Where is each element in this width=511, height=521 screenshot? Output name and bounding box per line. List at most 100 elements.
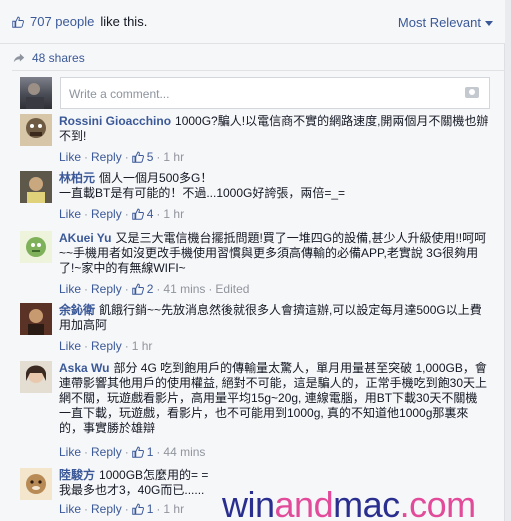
avatar xyxy=(20,114,52,146)
reply-link[interactable]: Reply xyxy=(91,150,122,164)
comment-time[interactable]: 41 mins xyxy=(163,282,205,296)
comment-actions: Like · Reply · 1 · 1 hr xyxy=(59,502,184,516)
reply-link[interactable]: Reply xyxy=(91,502,122,516)
thumbs-up-icon xyxy=(131,283,144,295)
comment-actions: Like · Reply · 1 hr xyxy=(59,339,152,353)
comment-item: Aska Wu 部分 4G 吃到飽用戶的傳輸量太驚人，單月用量甚至突破 1,000… xyxy=(20,361,490,459)
like-link[interactable]: Like xyxy=(59,502,81,516)
reply-link[interactable]: Reply xyxy=(91,339,122,353)
thumbs-up-icon xyxy=(131,446,144,458)
comment-author[interactable]: Rossini Gioacchino xyxy=(59,114,171,128)
comment-time[interactable]: 44 mins xyxy=(163,445,205,459)
separator: · xyxy=(124,339,129,353)
shares-row[interactable]: 48 shares xyxy=(12,45,505,71)
reply-link[interactable]: Reply xyxy=(91,282,122,296)
separator: · xyxy=(84,445,89,459)
like-link[interactable]: Like xyxy=(59,445,81,459)
likes-suffix: like this. xyxy=(100,14,148,29)
comment-text-line2: 一直載BT是有可能的！不過...1000G好誇張，兩倍=_= xyxy=(59,186,346,200)
like-link[interactable]: Like xyxy=(59,339,81,353)
like-link[interactable]: Like xyxy=(59,207,81,221)
comment-body: 林柏元 個人一個月500多G！ 一直載BT是有可能的！不過...1000G好誇張，… xyxy=(59,171,489,201)
thumbs-up-icon xyxy=(131,151,144,163)
watermark-logo: winandmac.com xyxy=(222,484,476,521)
reply-link[interactable]: Reply xyxy=(91,207,122,221)
comment-text: 飢餓行銷~~先放消息然後就很多人會擠這辦,可以設定每月達500G以上費用加高阿 xyxy=(59,303,482,332)
comment-time[interactable]: 1 hr xyxy=(163,502,184,516)
avatar xyxy=(20,171,52,203)
separator: · xyxy=(84,150,89,164)
comment-item: 林柏元 個人一個月500多G！ 一直載BT是有可能的！不過...1000G好誇張，… xyxy=(20,171,490,221)
comment-time[interactable]: 1 hr xyxy=(132,339,153,353)
shares-count[interactable]: 48 shares xyxy=(32,51,85,65)
separator: · xyxy=(156,502,161,516)
comment-body: AKuei Yu 又是三大電信機台擺抵問題!買了一堆四G的設備,甚少人升級使用!!… xyxy=(59,231,489,276)
separator: · xyxy=(84,282,89,296)
comment-actions: Like · Reply · 4 · 1 hr xyxy=(59,207,184,221)
comment-text: 個人一個月500多G！ xyxy=(99,171,213,185)
like-count[interactable]: 4 xyxy=(147,207,154,221)
thumbs-up-icon xyxy=(12,16,24,28)
like-count[interactable]: 5 xyxy=(147,150,154,164)
share-icon xyxy=(13,53,25,62)
comment-item: 余鈊衛 飢餓行銷~~先放消息然後就很多人會擠這辦,可以設定每月達500G以上費用加… xyxy=(20,303,490,353)
comment-time[interactable]: 1 hr xyxy=(163,150,184,164)
like-count[interactable]: 2 xyxy=(147,282,154,296)
comment-body: Aska Wu 部分 4G 吃到飽用戶的傳輸量太驚人，單月用量甚至突破 1,000… xyxy=(59,361,489,436)
thumbs-up-icon xyxy=(131,503,144,515)
comment-time[interactable]: 1 hr xyxy=(163,207,184,221)
camera-icon[interactable] xyxy=(465,87,479,98)
separator: · xyxy=(124,150,129,164)
sort-dropdown[interactable]: Most Relevant xyxy=(398,15,493,30)
comment-item: Rossini Gioacchino 1000G?騙人!以電信商不實的網路速度,開… xyxy=(20,114,490,164)
avatar xyxy=(20,303,52,335)
comments-panel: 707 people like this. Most Relevant 48 s… xyxy=(0,0,505,521)
avatar xyxy=(20,361,52,393)
avatar xyxy=(20,77,52,109)
reactions-bar: 707 people like this. Most Relevant xyxy=(0,0,505,44)
separator: · xyxy=(84,502,89,516)
comment-text-line2: 我最多也才3，40G而已...... xyxy=(59,483,205,497)
comment-text: 1000GB怎麼用的= = xyxy=(99,468,209,482)
separator: · xyxy=(156,445,161,459)
like-count[interactable]: 1 xyxy=(147,502,154,516)
edited-label[interactable]: Edited xyxy=(215,282,249,296)
comment-actions: Like · Reply · 1 · 44 mins xyxy=(59,445,205,459)
comment-body: 余鈊衛 飢餓行銷~~先放消息然後就很多人會擠這辦,可以設定每月達500G以上費用加… xyxy=(59,303,489,333)
comment-author[interactable]: 陸駿方 xyxy=(59,468,95,482)
separator: · xyxy=(124,207,129,221)
like-link[interactable]: Like xyxy=(59,150,81,164)
separator: · xyxy=(84,207,89,221)
like-link[interactable]: Like xyxy=(59,282,81,296)
separator: · xyxy=(124,282,129,296)
separator: · xyxy=(156,282,161,296)
comment-actions: Like · Reply · 5 · 1 hr xyxy=(59,150,184,164)
avatar xyxy=(20,468,52,500)
thumbs-up-icon xyxy=(131,208,144,220)
comment-body: Rossini Gioacchino 1000G?騙人!以電信商不實的網路速度,開… xyxy=(59,114,489,144)
separator: · xyxy=(84,339,89,353)
comment-author[interactable]: 林柏元 xyxy=(59,171,95,185)
comment-author[interactable]: Aska Wu xyxy=(59,361,109,375)
likes-count[interactable]: 707 people xyxy=(30,14,94,29)
comment-input[interactable]: Write a comment... xyxy=(60,77,490,109)
reply-link[interactable]: Reply xyxy=(91,445,122,459)
avatar xyxy=(20,231,52,263)
comment-item: AKuei Yu 又是三大電信機台擺抵問題!買了一堆四G的設備,甚少人升級使用!!… xyxy=(20,231,490,296)
like-count[interactable]: 1 xyxy=(147,445,154,459)
separator: · xyxy=(156,207,161,221)
comment-author[interactable]: AKuei Yu xyxy=(59,231,111,245)
separator: · xyxy=(124,502,129,516)
comment-actions: Like · Reply · 2 · 41 mins · Edited xyxy=(59,282,249,296)
separator: · xyxy=(156,150,161,164)
caret-down-icon xyxy=(485,21,493,26)
comment-author[interactable]: 余鈊衛 xyxy=(59,303,95,317)
separator: · xyxy=(208,282,213,296)
comment-input-placeholder: Write a comment... xyxy=(69,87,170,101)
separator: · xyxy=(124,445,129,459)
likes-summary[interactable]: 707 people like this. xyxy=(12,14,147,29)
sort-label[interactable]: Most Relevant xyxy=(398,15,481,30)
comment-text: 部分 4G 吃到飽用戶的傳輸量太驚人，單月用量甚至突破 1,000GB，會連帶影… xyxy=(59,361,488,435)
comment-text: 又是三大電信機台擺抵問題!買了一堆四G的設備,甚少人升級使用!!呵呵~~手機用者… xyxy=(59,231,487,275)
comment-composer: Write a comment... xyxy=(20,75,490,111)
